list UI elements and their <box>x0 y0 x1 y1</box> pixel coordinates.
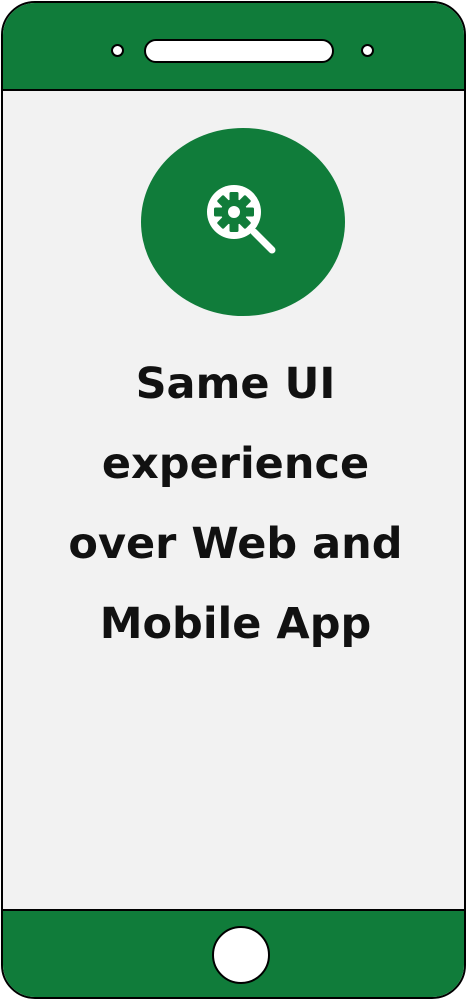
feature-headline: Same UI experience over Web and Mobile A… <box>13 344 458 664</box>
phone-bottom-bezel <box>3 909 464 997</box>
phone-speaker-slot <box>144 39 334 63</box>
front-camera-dot <box>111 44 124 57</box>
phone-top-bezel <box>3 3 464 91</box>
home-button <box>212 926 270 984</box>
phone-mockup: Same UI experience over Web and Mobile A… <box>1 1 466 999</box>
feature-badge <box>141 128 345 316</box>
proximity-sensor-dot <box>361 44 374 57</box>
headline-line-4: Mobile App <box>99 599 372 649</box>
headline-line-3: over Web and <box>68 519 403 569</box>
gear-search-icon <box>207 185 276 254</box>
headline-line-2: experience <box>101 439 370 489</box>
headline-line-1: Same UI <box>135 359 336 409</box>
